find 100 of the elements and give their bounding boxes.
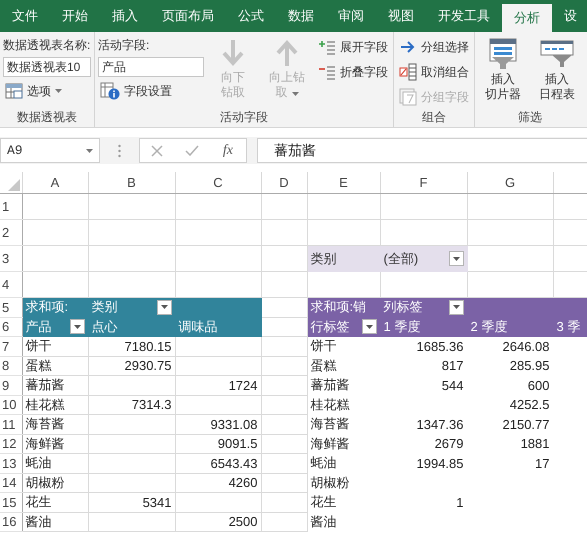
numbered-box-icon (399, 88, 417, 106)
table-info-icon (100, 82, 120, 100)
column-header[interactable]: C (175, 172, 261, 194)
ribbon-tab[interactable]: 分析 (502, 4, 552, 32)
drag-handle-icon (118, 144, 121, 158)
ribbon-button[interactable]: 选项 (3, 80, 91, 102)
right-arrow-icon (399, 39, 417, 55)
column-header[interactable]: D (261, 172, 307, 194)
row-header[interactable]: 11 (0, 414, 22, 434)
caret-icon (452, 305, 460, 310)
ribbon-button[interactable]: 分组选择 (397, 36, 471, 58)
ribbon-tab[interactable]: 文件 (0, 0, 50, 32)
table-cell: 2930.75 (88, 356, 175, 376)
row-header[interactable]: 6 (0, 317, 22, 336)
text-field[interactable]: 产品 (98, 57, 204, 77)
column-header[interactable]: F (380, 172, 467, 194)
text-field[interactable]: 数据透视表10 (3, 57, 91, 77)
table-cell: 海鲜酱 (22, 434, 88, 454)
pivot-header-cell: 调味品 (175, 317, 261, 336)
formula-field[interactable]: 蕃茄酱 (257, 138, 587, 163)
table-cell: 5341 (88, 492, 175, 512)
dropdown-button[interactable] (448, 300, 464, 315)
table-cell: 9331.08 (175, 414, 261, 434)
column-header[interactable]: A (22, 172, 88, 194)
dropdown-button[interactable] (156, 300, 172, 315)
ribbon-tab[interactable]: 公式 (226, 0, 276, 32)
ribbon-tab[interactable]: 设 (552, 0, 587, 32)
row-header[interactable]: 1 (0, 194, 22, 220)
cell-text: 列标签 (384, 298, 422, 316)
ribbon-button[interactable]: 取消组合 (397, 61, 471, 83)
table-cell: 1724 (175, 376, 261, 395)
table-cell: 酱油 (22, 512, 88, 532)
group-label: 组合 (421, 109, 447, 126)
table-cell: 桂花糕 (22, 395, 88, 414)
cell-text: 类别 (92, 298, 118, 316)
name-box[interactable]: A9 (0, 138, 100, 163)
insert-function-button[interactable]: fx (220, 142, 235, 158)
row-header[interactable]: 14 (0, 473, 22, 492)
row-header[interactable]: 4 (0, 272, 22, 298)
table-cell: 7180.15 (88, 336, 175, 356)
ribbon-tab[interactable]: 开始 (50, 0, 100, 32)
table-cell: 9091.5 (175, 434, 261, 454)
ungroup-icon (399, 63, 417, 81)
group-label: 筛选 (517, 109, 543, 126)
cell-text: 产品 (26, 318, 52, 336)
ribbon-tab[interactable]: 插入 (100, 0, 150, 32)
caret-icon (160, 305, 168, 310)
table-cell: 4260 (175, 473, 261, 492)
row-header[interactable]: 13 (0, 454, 22, 473)
ribbon-button[interactable]: 插入切片器 (478, 36, 528, 102)
dropdown-button[interactable] (362, 319, 376, 334)
table-cell: 6543.43 (175, 454, 261, 473)
pivot-header-cell: 3 季 (553, 317, 587, 336)
row-header[interactable]: 3 (0, 246, 22, 272)
row-header[interactable]: 15 (0, 492, 22, 512)
pivot-header-cell: 点心 (88, 317, 175, 336)
row-header[interactable]: 8 (0, 356, 22, 376)
check-icon (184, 144, 199, 156)
minus-list-icon (318, 64, 336, 80)
dropdown-button[interactable] (448, 251, 464, 266)
pivot-header-cell: 1 季度 (380, 317, 467, 336)
column-header[interactable]: E (307, 172, 380, 194)
table-cell: 7314.3 (88, 395, 175, 414)
timeline-icon (540, 38, 574, 70)
pivot-header-cell: 求和项: (22, 298, 88, 317)
row-header[interactable]: 16 (0, 512, 22, 532)
ribbon-button[interactable]: 展开字段 (316, 36, 390, 58)
pivot-header-cell: 2 季度 (467, 317, 553, 336)
row-header[interactable]: 7 (0, 336, 22, 356)
ribbon-tab[interactable]: 审阅 (326, 0, 376, 32)
row-header[interactable]: 9 (0, 376, 22, 395)
table-cell: 饼干 (22, 336, 88, 356)
caret-icon (366, 324, 372, 329)
row-header[interactable]: 2 (0, 220, 22, 246)
row-header[interactable]: 5 (0, 298, 22, 317)
column-header[interactable]: G (467, 172, 553, 194)
column-header[interactable]: B (88, 172, 175, 194)
group-label: 数据透视表 (16, 109, 78, 126)
ribbon-button[interactable]: 字段设置 (98, 80, 204, 102)
caret-icon (74, 324, 80, 329)
dropdown-button[interactable] (70, 319, 84, 334)
ribbon-tab[interactable]: 页面布局 (150, 0, 226, 32)
ribbon-tab[interactable]: 开发工具 (426, 0, 502, 32)
ribbon-tab[interactable]: 视图 (376, 0, 426, 32)
table-cell: 胡椒粉 (22, 473, 88, 492)
table-cell: 海苔酱 (22, 414, 88, 434)
row-header[interactable]: 10 (0, 395, 22, 414)
table-icon (5, 82, 23, 100)
table-cell: 蕃茄酱 (22, 376, 88, 395)
ribbon-button[interactable]: 插入日程表 (532, 36, 582, 102)
ribbon-button[interactable]: 折叠字段 (316, 61, 390, 83)
slicer-icon (488, 38, 518, 70)
row-header[interactable]: 12 (0, 434, 22, 454)
group-label: 活动字段 (219, 109, 269, 126)
ribbon-tab[interactable]: 数据 (276, 0, 326, 32)
plus-list-icon (318, 39, 336, 55)
field-label: 活动字段: (98, 37, 150, 54)
field-label: 数据透视表名称: (3, 37, 91, 54)
cancel-icon (150, 144, 163, 156)
caret-icon (452, 256, 460, 260)
